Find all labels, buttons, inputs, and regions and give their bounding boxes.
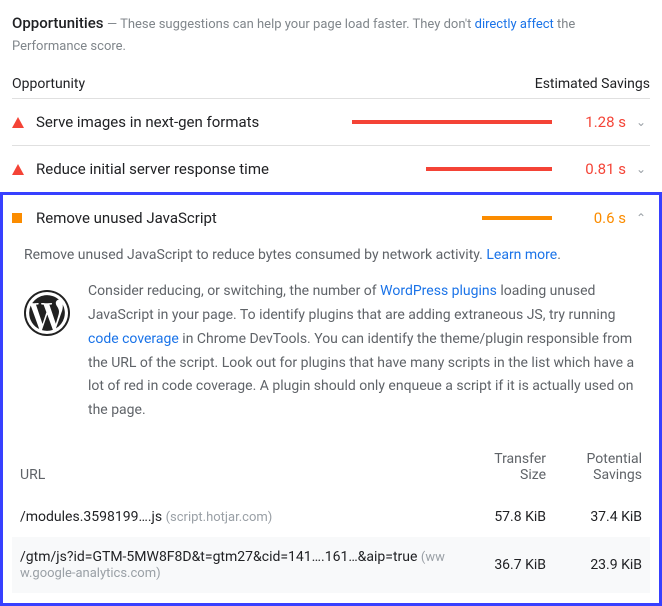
table-row: /gtm/js?id=GTM-5MW8F8D&t=gtm27&cid=141…​… [12, 537, 650, 593]
col-url: URL [12, 445, 458, 497]
opportunity-row[interactable]: Remove unused JavaScript 0.6 s ⌃ [12, 195, 650, 241]
col-potential: Potential Savings [554, 445, 650, 497]
table-row: /modules.3598199…​.js (script.hotjar.com… [12, 497, 650, 537]
savings-bar [352, 120, 552, 124]
opportunity-row[interactable]: Reduce initial server response time 0.81… [12, 145, 650, 192]
savings-bar [352, 167, 552, 171]
savings-value: 1.28 s [570, 113, 626, 131]
triangle-icon [12, 117, 24, 128]
triangle-icon [12, 164, 24, 175]
opportunity-row[interactable]: Serve images in next-gen formats 1.28 s … [12, 98, 650, 145]
directly-affect-link[interactable]: directly affect [475, 17, 554, 32]
col-transfer: Transfer Size [458, 445, 554, 497]
highlighted-opportunity: Remove unused JavaScript 0.6 s ⌃ Remove … [0, 192, 662, 606]
column-savings: Estimated Savings [535, 76, 650, 92]
column-headers: Opportunity Estimated Savings [12, 76, 650, 92]
opportunity-name: Reduce initial server response time [36, 160, 352, 178]
chevron-down-icon: ⌄ [632, 115, 650, 129]
square-icon [12, 213, 22, 223]
chevron-up-icon: ⌃ [632, 211, 650, 225]
opportunity-name: Serve images in next-gen formats [36, 113, 352, 131]
platform-tip: Consider reducing, or switching, the num… [12, 280, 650, 445]
tip-text: Consider reducing, or switching, the num… [88, 280, 638, 423]
section-header: Opportunities — These suggestions can he… [12, 10, 650, 62]
section-title: Opportunities [12, 14, 103, 32]
savings-bar [352, 216, 552, 220]
chevron-down-icon: ⌄ [632, 162, 650, 176]
column-opportunity: Opportunity [12, 76, 85, 92]
opportunity-description: Remove unused JavaScript to reduce bytes… [12, 241, 650, 280]
savings-value: 0.6 s [570, 209, 626, 227]
scripts-table: URL Transfer Size Potential Savings /mod… [12, 445, 650, 593]
savings-value: 0.81 s [570, 160, 626, 178]
wordpress-icon [24, 290, 70, 336]
code-coverage-link[interactable]: code coverage [88, 331, 179, 347]
wordpress-plugins-link[interactable]: WordPress plugins [380, 283, 497, 299]
opportunity-name: Remove unused JavaScript [36, 209, 352, 227]
learn-more-link[interactable]: Learn more [486, 247, 557, 263]
